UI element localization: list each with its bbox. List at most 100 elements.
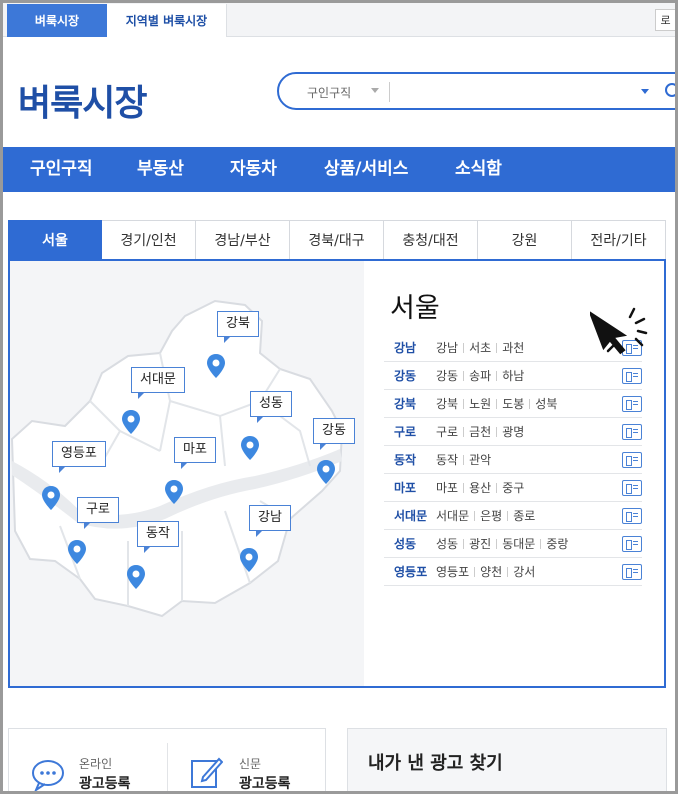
nav-item-goods-services[interactable]: 상품/서비스 — [324, 147, 408, 192]
sub-district-links: 성동 광진 동대문 중랑 — [431, 535, 573, 552]
sub-district-link[interactable]: 서대문 — [431, 507, 474, 524]
nav-item-cars[interactable]: 자동차 — [230, 147, 277, 192]
district-row[interactable]: 동작 동작 관악 — [384, 446, 642, 474]
sub-district-link[interactable]: 종로 — [508, 507, 540, 524]
newspaper-icon[interactable] — [622, 564, 642, 580]
map-label-yeongdeungpo[interactable]: 영등포 — [52, 441, 106, 473]
tab-gangwon[interactable]: 강원 — [478, 220, 572, 260]
search-bar[interactable]: 구인구직 — [277, 72, 678, 110]
sub-district-link[interactable]: 서초 — [464, 339, 496, 356]
map-label-seodaemun[interactable]: 서대문 — [131, 367, 185, 399]
online-register-label: 광고등록 — [79, 776, 131, 792]
search-category-select[interactable]: 구인구직 — [307, 84, 351, 101]
newspaper-icon[interactable] — [622, 396, 642, 412]
sub-district-link[interactable]: 용산 — [464, 479, 496, 496]
login-button[interactable]: 로 — [655, 9, 675, 31]
sub-district-links: 강남 서초 과천 — [431, 339, 529, 356]
map-label-gangnam[interactable]: 강남 — [249, 505, 291, 537]
district-key[interactable]: 구로 — [384, 423, 422, 440]
map-pin-icon[interactable] — [206, 353, 226, 379]
map-pin-icon[interactable] — [240, 435, 260, 461]
district-row[interactable]: 강북 강북 노원 도봉 성북 — [384, 390, 642, 418]
sub-district-link[interactable]: 중구 — [497, 479, 529, 496]
sub-district-link[interactable]: 도봉 — [497, 395, 529, 412]
chevron-down-icon[interactable] — [371, 88, 379, 93]
region-tabs: 서울 경기/인천 경남/부산 경북/대구 충청/대전 강원 전라/기타 — [8, 220, 666, 260]
tab-gyeonggi-incheon[interactable]: 경기/인천 — [102, 220, 196, 260]
sub-district-link[interactable]: 성북 — [530, 395, 562, 412]
district-row[interactable]: 서대문 서대문 은평 종로 — [384, 502, 642, 530]
tab-seoul[interactable]: 서울 — [8, 220, 102, 260]
newspaper-icon[interactable] — [622, 452, 642, 468]
sub-district-link[interactable]: 동작 — [431, 451, 463, 468]
sub-district-link[interactable]: 영등포 — [431, 563, 474, 580]
district-row[interactable]: 강동 강동 송파 하남 — [384, 362, 642, 390]
district-key[interactable]: 마포 — [384, 479, 422, 496]
map-pin-icon[interactable] — [41, 485, 61, 511]
district-key[interactable]: 강동 — [384, 367, 422, 384]
sub-district-link[interactable]: 구로 — [431, 423, 463, 440]
nav-item-news[interactable]: 소식함 — [455, 147, 502, 192]
map-pin-icon[interactable] — [67, 539, 87, 565]
map-pin-icon[interactable] — [239, 547, 259, 573]
district-row[interactable]: 성동 성동 광진 동대문 중랑 — [384, 530, 642, 558]
district-row[interactable]: 구로 구로 금천 광명 — [384, 418, 642, 446]
sub-district-links: 동작 관악 — [431, 451, 496, 468]
sub-district-link[interactable]: 송파 — [464, 367, 496, 384]
tab-jeolla-etc[interactable]: 전라/기타 — [572, 220, 666, 260]
map-pin-icon[interactable] — [121, 409, 141, 435]
top-tab-flea-market[interactable]: 벼룩시장 — [7, 4, 107, 37]
sub-district-link[interactable]: 하남 — [497, 367, 529, 384]
tab-chungcheong-daejeon[interactable]: 충청/대전 — [384, 220, 478, 260]
top-tab-regional[interactable]: 지역별 벼룩시장 — [107, 4, 227, 37]
sub-district-link[interactable]: 과천 — [497, 339, 529, 356]
sub-district-link[interactable]: 은평 — [475, 507, 507, 524]
district-key[interactable]: 동작 — [384, 451, 422, 468]
find-my-ad-box[interactable]: 내가 낸 광고 찾기 — [347, 728, 667, 794]
sub-district-link[interactable]: 중랑 — [541, 535, 573, 552]
search-icon[interactable] — [665, 83, 678, 97]
sub-district-link[interactable]: 노원 — [464, 395, 496, 412]
map-pin-icon[interactable] — [164, 479, 184, 505]
district-key[interactable]: 서대문 — [384, 507, 427, 524]
newspaper-icon[interactable] — [622, 508, 642, 524]
nav-item-real-estate[interactable]: 부동산 — [137, 147, 184, 192]
sub-district-link[interactable]: 관악 — [464, 451, 496, 468]
district-row[interactable]: 마포 마포 용산 중구 — [384, 474, 642, 502]
sub-district-link[interactable]: 강북 — [431, 395, 463, 412]
sub-district-link[interactable]: 강서 — [508, 563, 540, 580]
district-key[interactable]: 강북 — [384, 395, 422, 412]
site-logo[interactable]: 벼룩시장 — [18, 74, 147, 126]
district-key[interactable]: 강남 — [384, 339, 422, 356]
newspaper-icon[interactable] — [622, 368, 642, 384]
sub-district-link[interactable]: 동대문 — [497, 535, 540, 552]
map-label-mapo[interactable]: 마포 — [174, 437, 216, 469]
newspaper-icon[interactable] — [622, 424, 642, 440]
map-label-seongdong[interactable]: 성동 — [250, 391, 292, 423]
sub-district-link[interactable]: 광명 — [497, 423, 529, 440]
sub-district-link[interactable]: 강동 — [431, 367, 463, 384]
sub-district-link[interactable]: 광진 — [464, 535, 496, 552]
map-label-gangbuk[interactable]: 강북 — [217, 311, 259, 343]
seoul-map-shape — [10, 299, 344, 618]
map-pin-icon[interactable] — [126, 564, 146, 590]
sub-district-links: 서대문 은평 종로 — [431, 507, 540, 524]
sub-district-link[interactable]: 강남 — [431, 339, 463, 356]
sub-district-link[interactable]: 금천 — [464, 423, 496, 440]
nav-item-jobs[interactable]: 구인구직 — [30, 147, 93, 192]
map-label-gangdong[interactable]: 강동 — [313, 418, 355, 450]
sub-district-link[interactable]: 성동 — [431, 535, 463, 552]
map-label-guro[interactable]: 구로 — [77, 497, 119, 529]
newspaper-icon[interactable] — [622, 480, 642, 496]
sub-district-link[interactable]: 양천 — [475, 563, 507, 580]
district-row[interactable]: 영등포 영등포 양천 강서 — [384, 558, 642, 586]
district-key[interactable]: 영등포 — [384, 563, 427, 580]
map-pin-icon[interactable] — [316, 459, 336, 485]
tab-gyeongnam-busan[interactable]: 경남/부산 — [196, 220, 290, 260]
district-key[interactable]: 성동 — [384, 535, 422, 552]
chevron-down-icon[interactable] — [641, 89, 649, 94]
tab-gyeongbuk-daegu[interactable]: 경북/대구 — [290, 220, 384, 260]
newspaper-icon[interactable] — [622, 536, 642, 552]
map-label-dongjak[interactable]: 동작 — [137, 521, 179, 553]
sub-district-link[interactable]: 마포 — [431, 479, 463, 496]
